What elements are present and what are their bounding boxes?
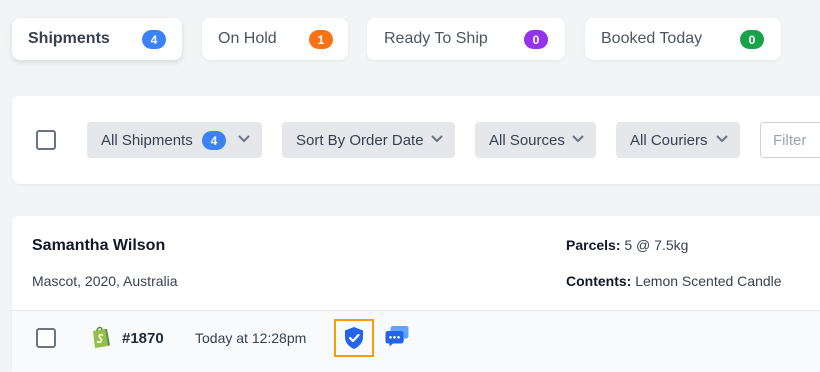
tab-on-hold-count-badge: 1 — [309, 30, 333, 49]
tab-ready-to-ship-count-badge: 0 — [524, 30, 548, 49]
select-all-checkbox[interactable] — [36, 130, 56, 150]
tab-ready-to-ship-label: Ready To Ship — [384, 30, 488, 47]
all-shipments-dropdown[interactable]: All Shipments 4 — [87, 122, 262, 158]
tab-shipments-count-badge: 4 — [142, 30, 166, 49]
contents-label: Contents: — [566, 273, 632, 289]
chevron-down-icon — [238, 135, 250, 143]
chat-button[interactable] — [384, 323, 410, 349]
all-shipments-count-badge: 4 — [202, 131, 226, 150]
tab-on-hold[interactable]: On Hold 1 — [202, 18, 348, 60]
order-footer: #1870 Today at 12:28pm — [12, 310, 820, 372]
couriers-dropdown[interactable]: All Couriers — [616, 122, 740, 158]
tab-on-hold-label: On Hold — [218, 30, 277, 47]
chat-bubbles-icon — [385, 326, 409, 347]
contents-info: Contents: Lemon Scented Candle — [566, 273, 782, 289]
filter-input[interactable] — [760, 122, 820, 158]
chevron-down-icon — [572, 135, 584, 143]
shield-check-icon — [345, 327, 363, 349]
sources-label: All Sources — [489, 131, 565, 149]
filter-bar: All Shipments 4 Sort By Order Date All S… — [12, 96, 820, 184]
customer-address: Mascot, 2020, Australia — [32, 273, 178, 289]
order-select-checkbox[interactable] — [36, 328, 56, 348]
tab-booked-today[interactable]: Booked Today 0 — [585, 18, 781, 60]
all-shipments-label: All Shipments — [101, 131, 193, 149]
tab-shipments-label: Shipments — [28, 30, 110, 47]
parcels-value: 5 @ 7.5kg — [624, 237, 689, 253]
tab-booked-today-count-badge: 0 — [740, 30, 764, 49]
parcels-label: Parcels: — [566, 237, 621, 253]
sources-dropdown[interactable]: All Sources — [475, 122, 596, 158]
customer-name: Samantha Wilson — [32, 237, 166, 254]
couriers-label: All Couriers — [630, 131, 708, 149]
sort-label: Sort By Order Date — [296, 131, 424, 149]
tab-shipments[interactable]: Shipments 4 — [12, 18, 182, 60]
protection-button[interactable] — [334, 319, 374, 357]
tab-booked-today-label: Booked Today — [601, 30, 703, 47]
order-number-link[interactable]: #1870 — [122, 330, 164, 347]
chevron-down-icon — [431, 135, 443, 143]
chevron-down-icon — [716, 135, 728, 143]
shopify-icon — [93, 326, 110, 348]
contents-value: Lemon Scented Candle — [635, 273, 782, 289]
parcels-info: Parcels: 5 @ 7.5kg — [566, 237, 688, 253]
order-card: Samantha Wilson Mascot, 2020, Australia … — [12, 216, 820, 372]
tab-ready-to-ship[interactable]: Ready To Ship 0 — [367, 18, 565, 60]
order-time: Today at 12:28pm — [195, 330, 307, 346]
sort-dropdown[interactable]: Sort By Order Date — [282, 122, 455, 158]
